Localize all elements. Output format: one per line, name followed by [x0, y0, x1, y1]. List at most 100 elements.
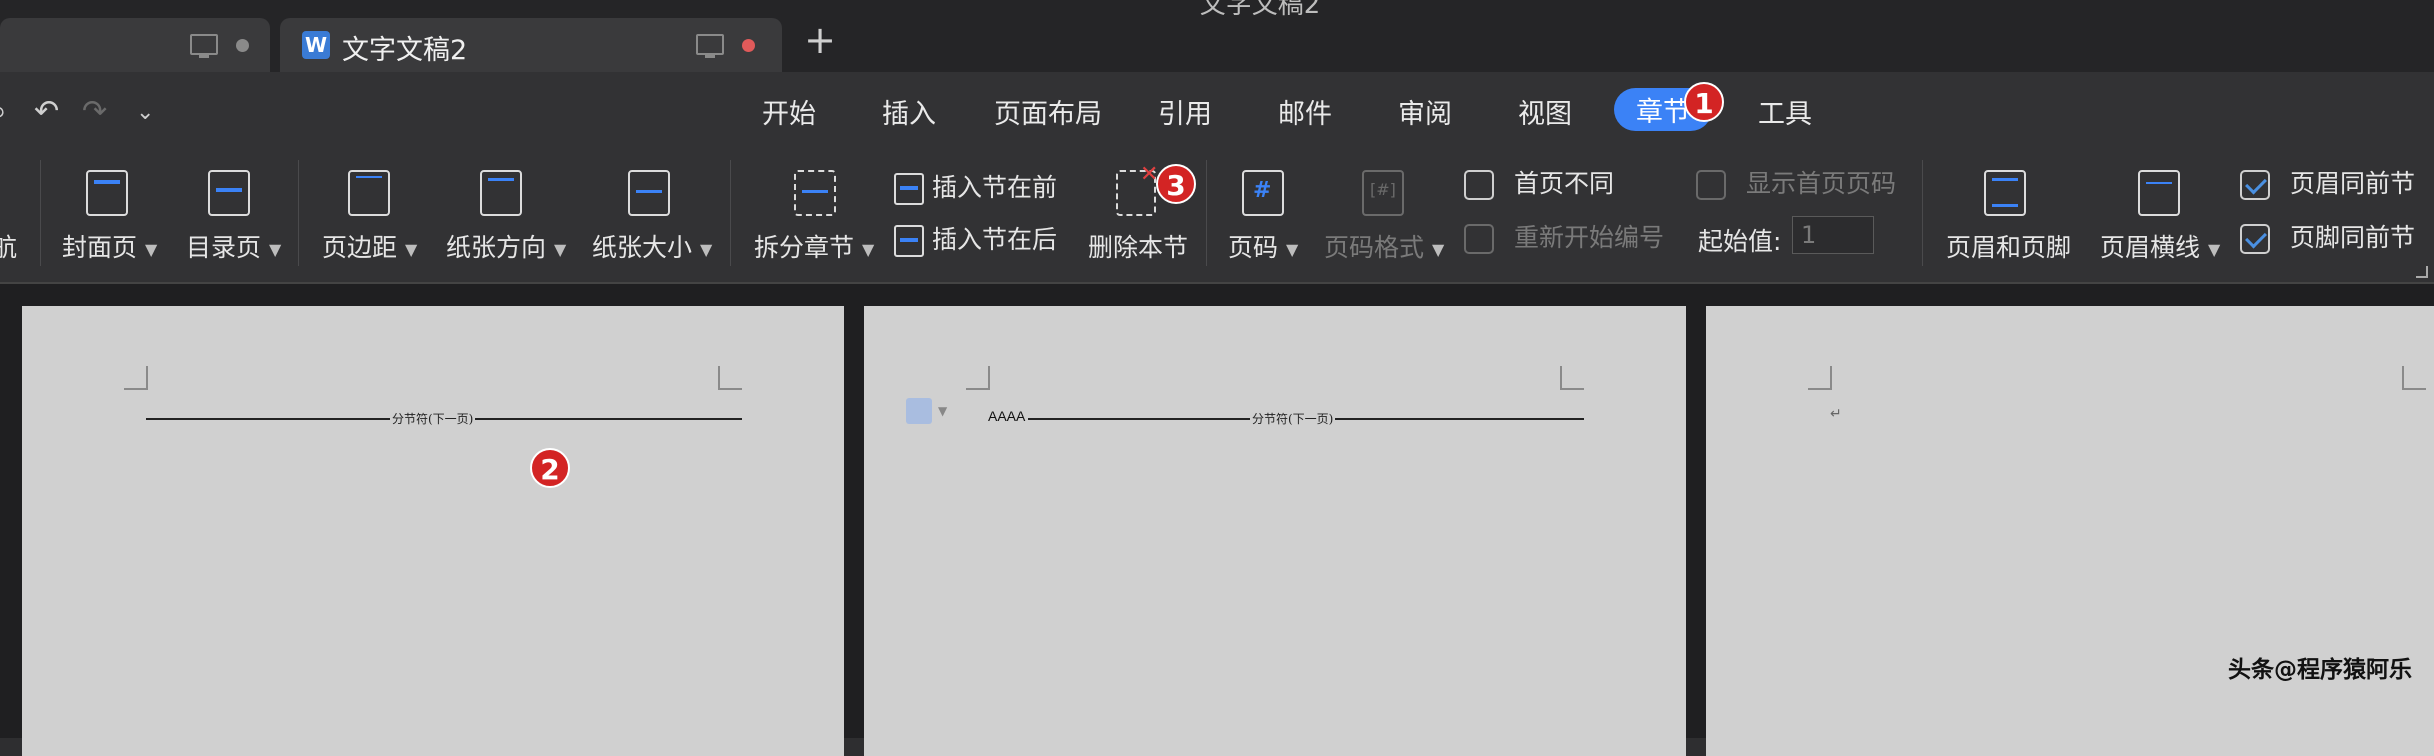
chevron-down-icon[interactable]: ▼ — [938, 404, 947, 418]
cover-page-icon — [86, 170, 128, 216]
paper-size-label: 纸张大小 — [592, 233, 693, 262]
menu-tools[interactable]: 工具 — [1758, 92, 1812, 131]
toc-page-icon — [208, 170, 250, 216]
chevron-down-icon: ▼ — [1286, 239, 1299, 259]
footer-same-as-previous-checkbox[interactable]: 页脚同前节 — [2240, 218, 2415, 254]
header-footer-label: 页眉和页脚 — [1946, 233, 2072, 262]
chevron-down-icon: ▼ — [554, 239, 567, 259]
menu-home[interactable]: 开始 — [762, 92, 816, 131]
tab-label: 文字文稿2 — [342, 35, 468, 66]
layout-options-icon[interactable] — [906, 398, 932, 424]
document-page-2[interactable]: ▼ AAAA 分节符(下一页) — [864, 306, 1686, 756]
checkbox-box — [1464, 170, 1494, 200]
chevron-down-icon: ▼ — [2208, 239, 2221, 259]
navigation-label-partial[interactable]: 航 — [0, 228, 17, 264]
step-badge-2: 2 — [530, 448, 570, 488]
divider — [1206, 160, 1207, 266]
margin-corner-marker — [966, 366, 990, 390]
split-section-icon — [794, 170, 836, 216]
page-number-format-icon: [#] — [1362, 170, 1404, 216]
ribbon-expand-icon[interactable] — [2416, 266, 2428, 278]
menu-review[interactable]: 审阅 — [1398, 92, 1452, 131]
split-section-label: 拆分章节 — [754, 233, 855, 262]
quick-access-dropdown-icon[interactable]: ⌄ — [136, 100, 154, 125]
different-first-page-label: 首页不同 — [1514, 169, 1615, 198]
margin-corner-marker — [1808, 366, 1832, 390]
chevron-down-icon: ▼ — [700, 239, 713, 259]
menu-mailings[interactable]: 邮件 — [1278, 92, 1332, 131]
restart-numbering-label: 重新开始编号 — [1514, 223, 1665, 252]
step-badge-1: 1 — [1684, 82, 1724, 122]
checkbox-checked-icon — [2240, 224, 2270, 254]
chevron-down-icon: ▼ — [405, 239, 418, 259]
footer-same-as-previous-label: 页脚同前节 — [2290, 223, 2416, 252]
chevron-down-icon: ▼ — [269, 239, 282, 259]
margin-corner-marker — [1560, 366, 1584, 390]
insert-section-after-label: 插入节在后 — [932, 225, 1058, 254]
checkbox-box — [1464, 224, 1494, 254]
monitor-icon — [696, 34, 724, 58]
header-line-icon — [2138, 170, 2180, 216]
chevron-down-icon: ▼ — [862, 239, 875, 259]
page-number-format-label: 页码格式 — [1324, 233, 1425, 262]
tab-status-dot — [236, 39, 249, 52]
cover-page-label: 封面页 — [62, 233, 138, 262]
monitor-icon — [190, 34, 218, 58]
divider — [730, 160, 731, 266]
page-number-icon: # — [1242, 170, 1284, 216]
undo-icon[interactable]: ↶ — [34, 94, 59, 129]
margins-icon — [348, 170, 390, 216]
margins-label: 页边距 — [322, 233, 398, 262]
watermark-text: 头条@程序猿阿乐 — [2228, 657, 2412, 683]
chevron-down-icon: ▼ — [1432, 239, 1445, 259]
divider — [40, 160, 41, 266]
section-break-label: 分节符(下一页) — [1250, 410, 1336, 427]
delete-section-label: 删除本节 — [1088, 233, 1189, 262]
document-canvas[interactable]: 分节符(下一页) 2 ▼ AAAA 分节符(下一页) ↵ 头条@程序猿阿乐 — [0, 284, 2434, 756]
start-value-input[interactable] — [1792, 216, 1874, 254]
restart-numbering-checkbox[interactable]: 重新开始编号 — [1464, 218, 1664, 254]
show-first-page-number-checkbox[interactable]: 显示首页页码 — [1696, 164, 1896, 200]
checkbox-box — [1696, 170, 1726, 200]
orientation-icon — [480, 170, 522, 216]
title-bar: 文字文稿2 W 文字文稿2 + — [0, 0, 2434, 72]
divider — [1922, 160, 1923, 266]
tab-inactive-document[interactable] — [0, 18, 270, 72]
insert-section-before-icon — [894, 173, 924, 205]
header-footer-icon — [1984, 170, 2026, 216]
margin-corner-marker — [124, 366, 148, 390]
insert-section-before-button[interactable]: 插入节在前 — [894, 168, 1057, 205]
step-badge-3: 3 — [1156, 164, 1196, 204]
insert-section-before-label: 插入节在前 — [932, 173, 1058, 202]
margin-corner-marker — [2402, 366, 2426, 390]
divider — [298, 160, 299, 266]
checkbox-checked-icon — [2240, 170, 2270, 200]
window-title: 文字文稿2 — [1199, 0, 1321, 20]
header-same-as-previous-checkbox[interactable]: 页眉同前节 — [2240, 164, 2415, 200]
document-text[interactable]: AAAA — [988, 408, 1025, 424]
section-ribbon: 航 封面页 ▼ 目录页 ▼ 页边距 ▼ 纸张方向 ▼ 纸张大小 ▼ 拆分章节 ▼ 插入节在前… — [0, 148, 2434, 284]
search-icon[interactable]: ⌕ — [0, 94, 7, 129]
insert-section-after-button[interactable]: 插入节在后 — [894, 220, 1057, 257]
menu-bar: ⌕ ↶ ↷ ⌄ 开始 插入 页面布局 引用 邮件 审阅 视图 章节 工具 1 — [0, 72, 2434, 148]
menu-references[interactable]: 引用 — [1158, 92, 1212, 131]
menu-insert[interactable]: 插入 — [882, 92, 936, 131]
show-first-page-number-label: 显示首页页码 — [1746, 169, 1897, 198]
menu-view[interactable]: 视图 — [1518, 92, 1572, 131]
tab-active-document[interactable]: W 文字文稿2 — [280, 18, 782, 72]
paragraph-mark: ↵ — [1830, 406, 1842, 422]
start-value-label: 起始值: — [1698, 227, 1782, 256]
header-same-as-previous-label: 页眉同前节 — [2290, 169, 2416, 198]
page-number-label: 页码 — [1228, 233, 1279, 262]
redo-icon[interactable]: ↷ — [82, 94, 107, 129]
different-first-page-checkbox[interactable]: 首页不同 — [1464, 164, 1614, 200]
header-line-label: 页眉横线 — [2100, 233, 2201, 262]
document-page-1[interactable]: 分节符(下一页) 2 — [22, 306, 844, 756]
menu-page-layout[interactable]: 页面布局 — [994, 92, 1102, 131]
toc-page-label: 目录页 — [186, 233, 262, 262]
new-tab-button[interactable]: + — [800, 20, 840, 60]
margin-corner-marker — [718, 366, 742, 390]
document-page-3[interactable]: ↵ — [1706, 306, 2434, 756]
insert-section-after-icon — [894, 225, 924, 257]
orientation-label: 纸张方向 — [446, 233, 547, 262]
